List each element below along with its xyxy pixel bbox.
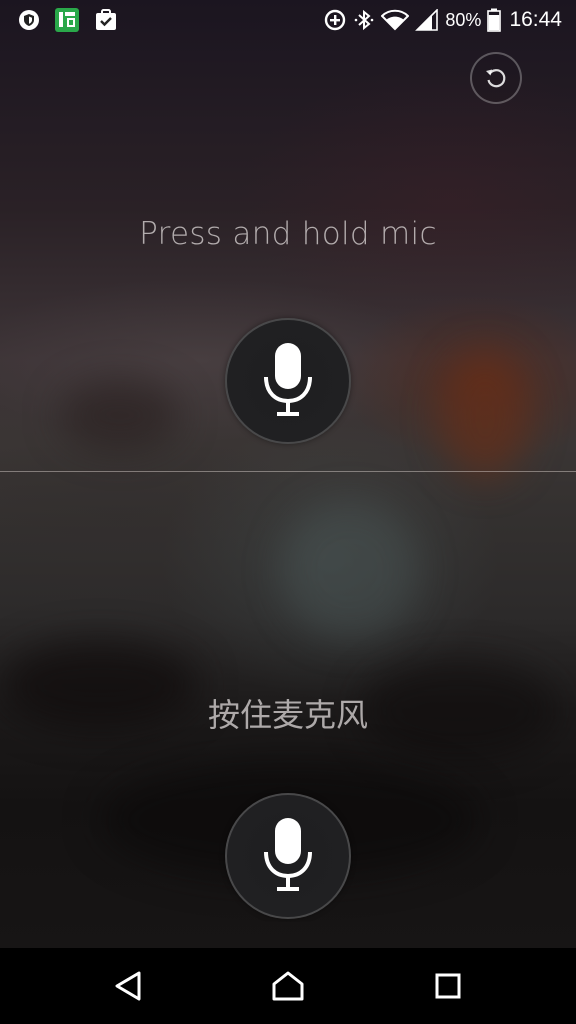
microphone-icon: [260, 341, 316, 421]
clipboard-check-icon: [94, 8, 118, 32]
mic-button-english[interactable]: [225, 318, 351, 444]
battery-icon: [487, 8, 502, 32]
status-bar: 80% 16:44: [0, 0, 576, 40]
recents-icon: [434, 972, 462, 1000]
rotate-ccw-icon: [483, 65, 509, 91]
signal-icon: [415, 9, 439, 31]
mic-button-chinese[interactable]: [225, 793, 351, 919]
prompt-text-chinese: 按住麦克风: [207, 696, 368, 734]
back-button[interactable]: [106, 964, 150, 1008]
back-icon: [113, 970, 143, 1002]
system-indicators: 80% 16:44: [317, 6, 562, 34]
reset-button[interactable]: [470, 52, 522, 104]
shield-icon: [18, 9, 40, 31]
home-button[interactable]: [266, 964, 310, 1008]
panel-divider: [0, 471, 576, 472]
home-icon: [271, 970, 305, 1002]
data-saver-icon: [323, 8, 347, 32]
bluetooth-icon: [353, 8, 375, 32]
status-time: 16:44: [509, 8, 562, 31]
navigation-bar: [0, 948, 576, 1024]
wifi-icon: [381, 9, 410, 31]
app-notification-icon: [54, 7, 80, 33]
notification-icons: [18, 7, 132, 33]
microphone-icon: [260, 816, 316, 896]
prompt-text-english: Press and hold mic: [139, 216, 437, 252]
recents-button[interactable]: [426, 964, 470, 1008]
battery-percent: 80%: [445, 9, 482, 30]
